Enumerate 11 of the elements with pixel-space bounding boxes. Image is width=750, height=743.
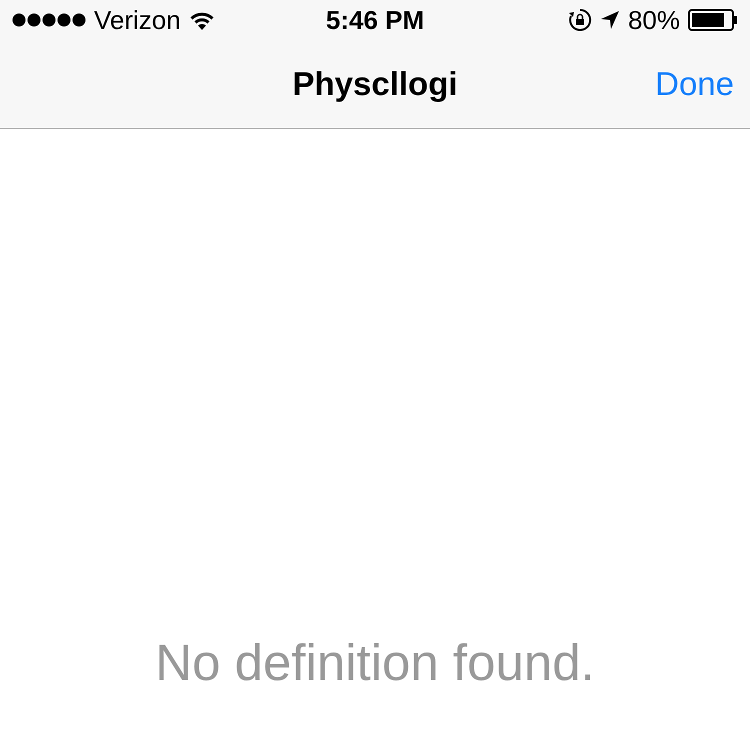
location-arrow-icon [600, 10, 620, 30]
rotation-lock-icon [568, 8, 592, 32]
wifi-icon [188, 10, 215, 30]
carrier-name: Verizon [94, 4, 181, 36]
nav-title: Physcllogi [292, 64, 458, 104]
empty-message: No definition found. [155, 632, 595, 692]
battery-icon [688, 9, 738, 31]
signal-icon [12, 13, 86, 27]
battery-percentage: 80% [628, 4, 680, 36]
done-button[interactable]: Done [655, 59, 734, 109]
status-time: 5:46 PM [326, 4, 424, 36]
